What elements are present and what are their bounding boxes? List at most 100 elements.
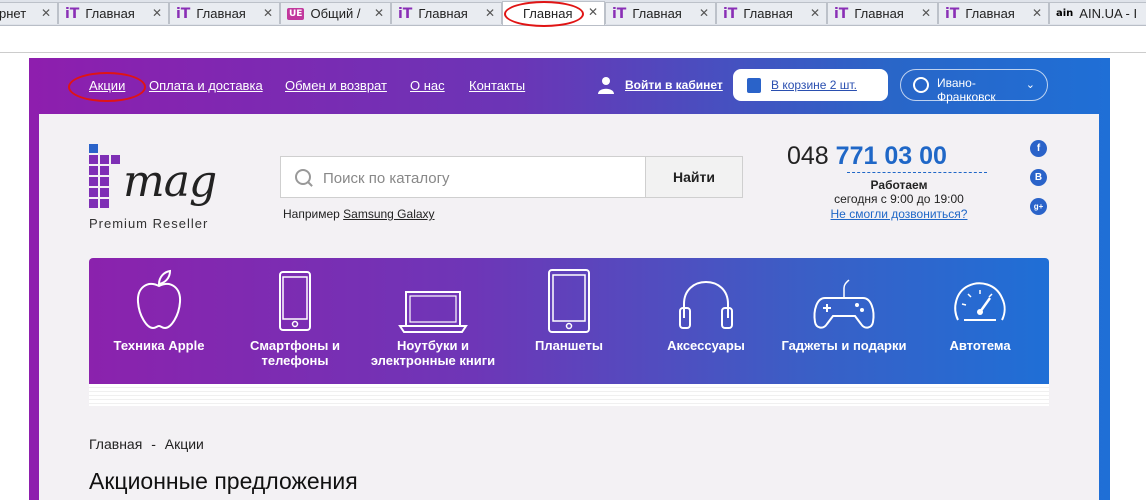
browser-tab[interactable]: iT Главная ✕ (716, 2, 827, 24)
tab-label: Главная (965, 6, 1015, 21)
close-icon[interactable]: ✕ (41, 6, 51, 20)
category-menu-shadow (89, 384, 1049, 406)
category-label: Техника Apple (113, 338, 205, 353)
city-selector[interactable]: Ивано-Франковск ⌄ (900, 69, 1048, 104)
tablet-icon (548, 269, 590, 333)
logo-block (100, 177, 109, 186)
header-panel: mag Premium Reseller Найти Например Sams… (39, 114, 1099, 500)
category-label: Смартфоны и телефоны (250, 338, 340, 368)
category-label: Аксессуары (667, 338, 745, 353)
login-link[interactable]: Войти в кабинет (597, 76, 723, 94)
search-input[interactable] (321, 165, 635, 191)
vk-icon[interactable]: B (1030, 169, 1047, 186)
close-icon[interactable]: ✕ (263, 6, 273, 20)
browser-tab-bar: рнет ✕ iT Главная ✕ iT Главная ✕ UE Общи… (0, 0, 1146, 26)
category-label: Планшеты (534, 338, 604, 353)
nav-link-about[interactable]: О нас (410, 78, 445, 93)
callback-link[interactable]: Не смогли дозвониться? (814, 207, 984, 221)
logo-block (89, 177, 98, 186)
browser-tab-active[interactable]: Главная ✕ (502, 1, 605, 25)
smartphone-icon (279, 271, 311, 331)
ue-icon: UE (287, 7, 305, 20)
logo-block (89, 144, 98, 153)
headphones-icon (679, 280, 733, 329)
nav-link-payment-delivery[interactable]: Оплата и доставка (149, 78, 263, 93)
cart-label: В корзине 2 шт. (771, 78, 857, 92)
category-gadgets[interactable]: Гаджеты и подарки (769, 258, 919, 384)
breadcrumb-current: Акции (164, 436, 204, 452)
search-example-link[interactable]: Samsung Galaxy (343, 207, 434, 221)
browser-tab[interactable]: рнет ✕ (0, 2, 58, 24)
logo-block (89, 166, 98, 175)
category-laptops[interactable]: Ноутбуки и электронные книги (362, 258, 504, 384)
laptop-icon (398, 291, 468, 333)
browser-tab[interactable]: iT Главная ✕ (391, 2, 502, 24)
category-accessories[interactable]: Аксессуары (651, 258, 761, 384)
breadcrumb-home[interactable]: Главная (89, 436, 142, 452)
close-icon[interactable]: ✕ (374, 6, 384, 20)
site-logo[interactable]: mag Premium Reseller (89, 144, 239, 234)
tab-label: Главная (418, 6, 468, 21)
close-icon[interactable]: ✕ (1032, 6, 1042, 20)
search-icon (295, 169, 311, 185)
close-icon[interactable]: ✕ (921, 6, 931, 20)
tab-label: Главная (85, 6, 135, 21)
login-label: Войти в кабинет (625, 78, 723, 92)
logo-block (89, 155, 98, 164)
tab-label: AIN.UA - I (1079, 6, 1138, 21)
close-icon[interactable]: ✕ (810, 6, 820, 20)
it-icon: iT (723, 5, 738, 22)
category-auto[interactable]: Автотема (934, 258, 1026, 384)
facebook-icon[interactable]: f (1030, 140, 1047, 157)
breadcrumb: Главная - Акции (89, 436, 204, 452)
browser-tab[interactable]: UE Общий / ✕ (280, 2, 391, 24)
tab-label: Общий / (310, 6, 361, 21)
browser-tab[interactable]: iT Главная ✕ (169, 2, 280, 24)
browser-tab[interactable]: iT Главная ✕ (605, 2, 716, 24)
logo-tagline: Premium Reseller (89, 216, 209, 231)
category-apple[interactable]: Техника Apple (104, 258, 214, 384)
tab-label: рнет (0, 6, 27, 21)
logo-block (89, 188, 98, 197)
logo-block (100, 166, 109, 175)
tab-label: Главная (196, 6, 246, 21)
close-icon[interactable]: ✕ (152, 6, 162, 20)
city-name: Ивано-Франковск (937, 76, 996, 104)
user-icon (598, 77, 614, 94)
category-smartphones[interactable]: Смартфоны и телефоны (239, 258, 351, 384)
google-plus-icon[interactable]: g+ (1030, 198, 1047, 215)
page-title: Акционные предложения (89, 468, 358, 494)
phone-main: 771 03 00 (835, 142, 947, 170)
browser-tab[interactable]: iT Главная ✕ (827, 2, 938, 24)
nav-link-contacts[interactable]: Контакты (469, 78, 525, 93)
close-icon[interactable]: ✕ (485, 6, 495, 20)
search-button[interactable]: Найти (645, 156, 743, 198)
close-icon[interactable]: ✕ (699, 6, 709, 20)
tab-label: Главная (523, 6, 573, 21)
close-icon[interactable]: ✕ (588, 5, 598, 19)
top-navigation: Акции Оплата и доставка Обмен и возврат … (29, 58, 1110, 114)
browser-tab[interactable]: iT Главная ✕ (58, 2, 169, 24)
gamepad-icon (813, 279, 875, 329)
it-icon: iT (398, 5, 413, 22)
chevron-down-icon: ⌄ (1025, 79, 1035, 91)
ain-icon: ain (1056, 8, 1074, 19)
category-tablets[interactable]: Планшеты (519, 258, 619, 384)
hours-title: Работаем (870, 178, 928, 192)
logo-wordmark: mag (123, 156, 217, 207)
cart-button[interactable]: В корзине 2 шт. (733, 69, 888, 101)
category-label: Гаджеты и подарки (781, 338, 907, 353)
cart-icon (747, 77, 761, 93)
browser-tab[interactable]: ain AIN.UA - I (1049, 2, 1146, 24)
logo-block (111, 155, 120, 164)
browser-tab[interactable]: iT Главная ✕ (938, 2, 1049, 24)
nav-link-exchange-return[interactable]: Обмен и возврат (285, 78, 387, 93)
apple-icon (136, 269, 182, 330)
nav-link-promotions[interactable]: Акции (89, 78, 125, 93)
phone-code: 048 (787, 142, 829, 170)
tab-label: Главная (632, 6, 682, 21)
logo-block (100, 155, 109, 164)
address-bar[interactable] (0, 26, 1146, 53)
phone-number[interactable]: 048 771 03 00 (787, 142, 947, 171)
it-icon: iT (65, 5, 80, 22)
